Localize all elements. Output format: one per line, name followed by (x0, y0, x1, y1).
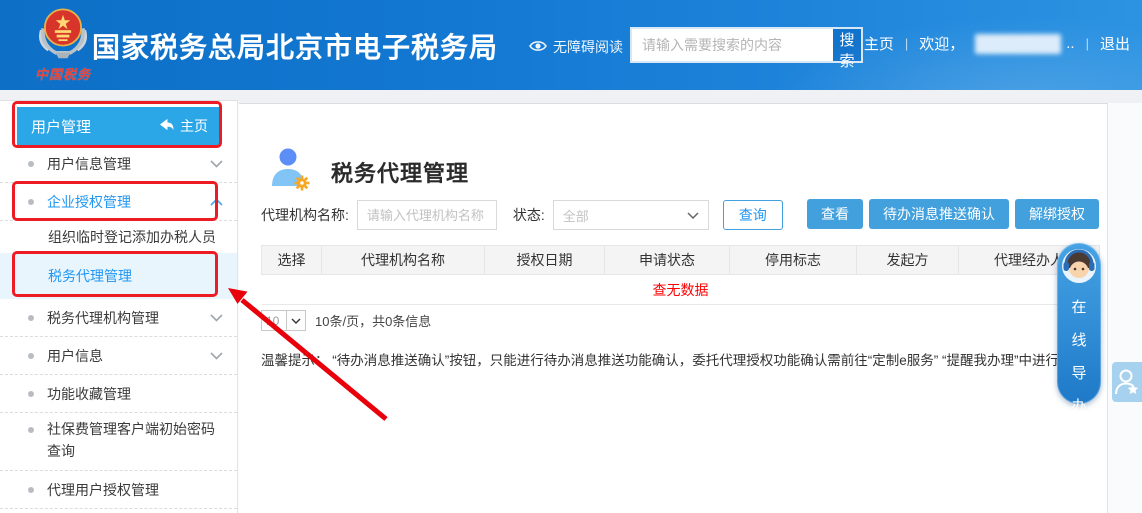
sidebar-item-user-info[interactable]: 用户信息 (0, 337, 237, 375)
agency-name-input[interactable] (357, 200, 497, 230)
header-nav: 主页 | 欢迎， .. | 退出 (864, 33, 1130, 54)
agency-name-label: 代理机构名称: (261, 205, 349, 225)
chevron-down-icon (210, 160, 223, 168)
pending-message-confirm-button[interactable]: 待办消息推送确认 (869, 199, 1009, 229)
sidebar-item-enterprise-authorization[interactable]: 企业授权管理 (0, 183, 237, 221)
header-bar: 中国税务 国家税务总局北京市电子税务局 无障碍阅读 搜索 主页 | 欢迎， ..… (0, 0, 1142, 90)
unbind-authorization-button[interactable]: 解绑授权 (1015, 199, 1099, 229)
table-header-row: 选择 代理机构名称 授权日期 申请状态 停用标志 发起方 代理经办人 (262, 246, 1100, 275)
nav-divider: | (905, 36, 908, 51)
bullet-icon (28, 391, 34, 397)
page-size-value: 10 (262, 311, 286, 330)
bullet-icon (28, 199, 34, 205)
app-root: 中国税务 国家税务总局北京市电子税务局 无障碍阅读 搜索 主页 | 欢迎， ..… (0, 0, 1142, 513)
online-guide-widget[interactable]: 在 线 导 办 (1057, 243, 1101, 404)
person-gear-icon (267, 146, 313, 197)
logout-link[interactable]: 退出 (1100, 33, 1130, 54)
sidebar-item-agent-user-authorization[interactable]: 代理用户授权管理 (0, 471, 237, 509)
page-head: 税务代理管理 (267, 146, 469, 197)
col-agency-name: 代理机构名称 (322, 246, 485, 275)
filter-row: 代理机构名称: 状态: 全部 查询 (261, 199, 783, 231)
site-title: 国家税务总局北京市电子税务局 (92, 26, 498, 66)
sidebar-item-label: 用户信息管理 (47, 154, 131, 174)
person-star-icon[interactable] (1112, 362, 1142, 402)
tip-text: 温馨提示： “待办消息推送确认”按钮，只能进行待办消息推送功能确认，委托代理授权… (261, 349, 1061, 369)
sidebar-item-favorites-management[interactable]: 功能收藏管理 (0, 375, 237, 413)
sidebar-item-label: 代理用户授权管理 (47, 480, 159, 500)
nav-divider: | (1086, 36, 1089, 51)
logo-caption: 中国税务 (20, 64, 106, 83)
online-guide-label: 在 线 导 办 (1071, 296, 1086, 416)
pagination: 10 10条/页，共0条信息 (261, 310, 431, 331)
accessibility-link[interactable]: 无障碍阅读 (529, 37, 623, 57)
sidebar-item-label: 税务代理管理 (48, 266, 132, 286)
sidebar-item-label: 税务代理机构管理 (47, 308, 159, 328)
chevron-down-icon[interactable] (286, 311, 305, 330)
search-button[interactable]: 搜索 (833, 29, 861, 61)
bullet-icon (28, 353, 34, 359)
bullet-icon (28, 161, 34, 167)
status-select-value: 全部 (563, 206, 589, 225)
col-disabled-flag: 停用标志 (730, 246, 857, 275)
guide-char: 在 (1071, 296, 1086, 317)
guide-char: 导 (1071, 362, 1086, 383)
sidebar-item-label: 用户信息 (47, 346, 103, 366)
search-input[interactable] (632, 29, 833, 61)
table-empty-row: 查无数据 (262, 275, 1100, 305)
page-size-select[interactable]: 10 (261, 310, 306, 331)
guide-char: 办 (1071, 395, 1086, 416)
col-select: 选择 (262, 246, 322, 275)
eye-icon (529, 39, 547, 56)
sidebar: 用户管理 主页 用户信息管理 企业授权管理 (0, 100, 238, 513)
masked-username-suffix: .. (1066, 35, 1074, 52)
view-button[interactable]: 查看 (807, 199, 863, 229)
sidebar-section-title: 用户管理 (31, 116, 91, 137)
bullet-icon (28, 487, 34, 493)
accessibility-label: 无障碍阅读 (553, 37, 623, 57)
col-application-status: 申请状态 (605, 246, 730, 275)
status-select[interactable]: 全部 (553, 200, 709, 230)
sidebar-item-label: 功能收藏管理 (47, 384, 131, 404)
sidebar-home-link[interactable]: 主页 (159, 116, 208, 136)
status-label: 状态: (513, 205, 545, 225)
bullet-icon (28, 427, 34, 433)
page-title: 税务代理管理 (331, 156, 469, 188)
sidebar-item-tax-agency-org-management[interactable]: 税务代理机构管理 (0, 299, 237, 337)
pagination-summary: 10条/页，共0条信息 (315, 311, 431, 330)
sidebar-item-temp-registration-add-staff[interactable]: 组织临时登记添加办税人员 (0, 221, 237, 253)
assistant-avatar-icon (1061, 248, 1097, 289)
sidebar-home-label: 主页 (180, 116, 208, 136)
bullet-icon (28, 315, 34, 321)
sidebar-menu: 用户信息管理 企业授权管理 组织临时登记添加办税人员 税务代理管理 税务 (0, 145, 237, 509)
sidebar-item-tax-agency-management[interactable]: 税务代理管理 (0, 253, 237, 299)
col-authorization-date: 授权日期 (485, 246, 605, 275)
empty-data-text: 查无数据 (262, 275, 1100, 305)
main-content: 税务代理管理 代理机构名称: 状态: 全部 查询 查看 待办消息推送确认 解绑授… (239, 103, 1108, 513)
home-link[interactable]: 主页 (864, 33, 894, 54)
guide-char: 线 (1071, 329, 1086, 350)
query-button[interactable]: 查询 (723, 200, 783, 230)
tax-emblem-icon (34, 48, 92, 65)
sidebar-item-label: 社保费管理客户端初始密码查询 (47, 419, 223, 462)
chevron-down-icon (210, 352, 223, 360)
guide-divider (1064, 425, 1094, 426)
sidebar-section-user-management[interactable]: 用户管理 主页 (17, 107, 220, 145)
welcome-label: 欢迎， (919, 33, 964, 54)
chevron-down-icon (210, 314, 223, 322)
sidebar-item-label: 企业授权管理 (47, 192, 131, 212)
col-initiator: 发起方 (857, 246, 959, 275)
action-buttons: 查看 待办消息推送确认 解绑授权 (807, 199, 1099, 229)
chevron-up-icon (210, 198, 223, 206)
agency-table: 选择 代理机构名称 授权日期 申请状态 停用标志 发起方 代理经办人 查无数据 (261, 245, 1100, 305)
header-search: 搜索 (630, 27, 863, 63)
reply-arrow-icon (159, 118, 174, 134)
sidebar-item-social-insurance-password[interactable]: 社保费管理客户端初始密码查询 (0, 413, 237, 471)
masked-username (975, 34, 1061, 54)
sidebar-item-label: 组织临时登记添加办税人员 (48, 227, 216, 247)
chevron-down-icon (687, 212, 699, 219)
sidebar-item-user-info-management[interactable]: 用户信息管理 (0, 145, 237, 183)
